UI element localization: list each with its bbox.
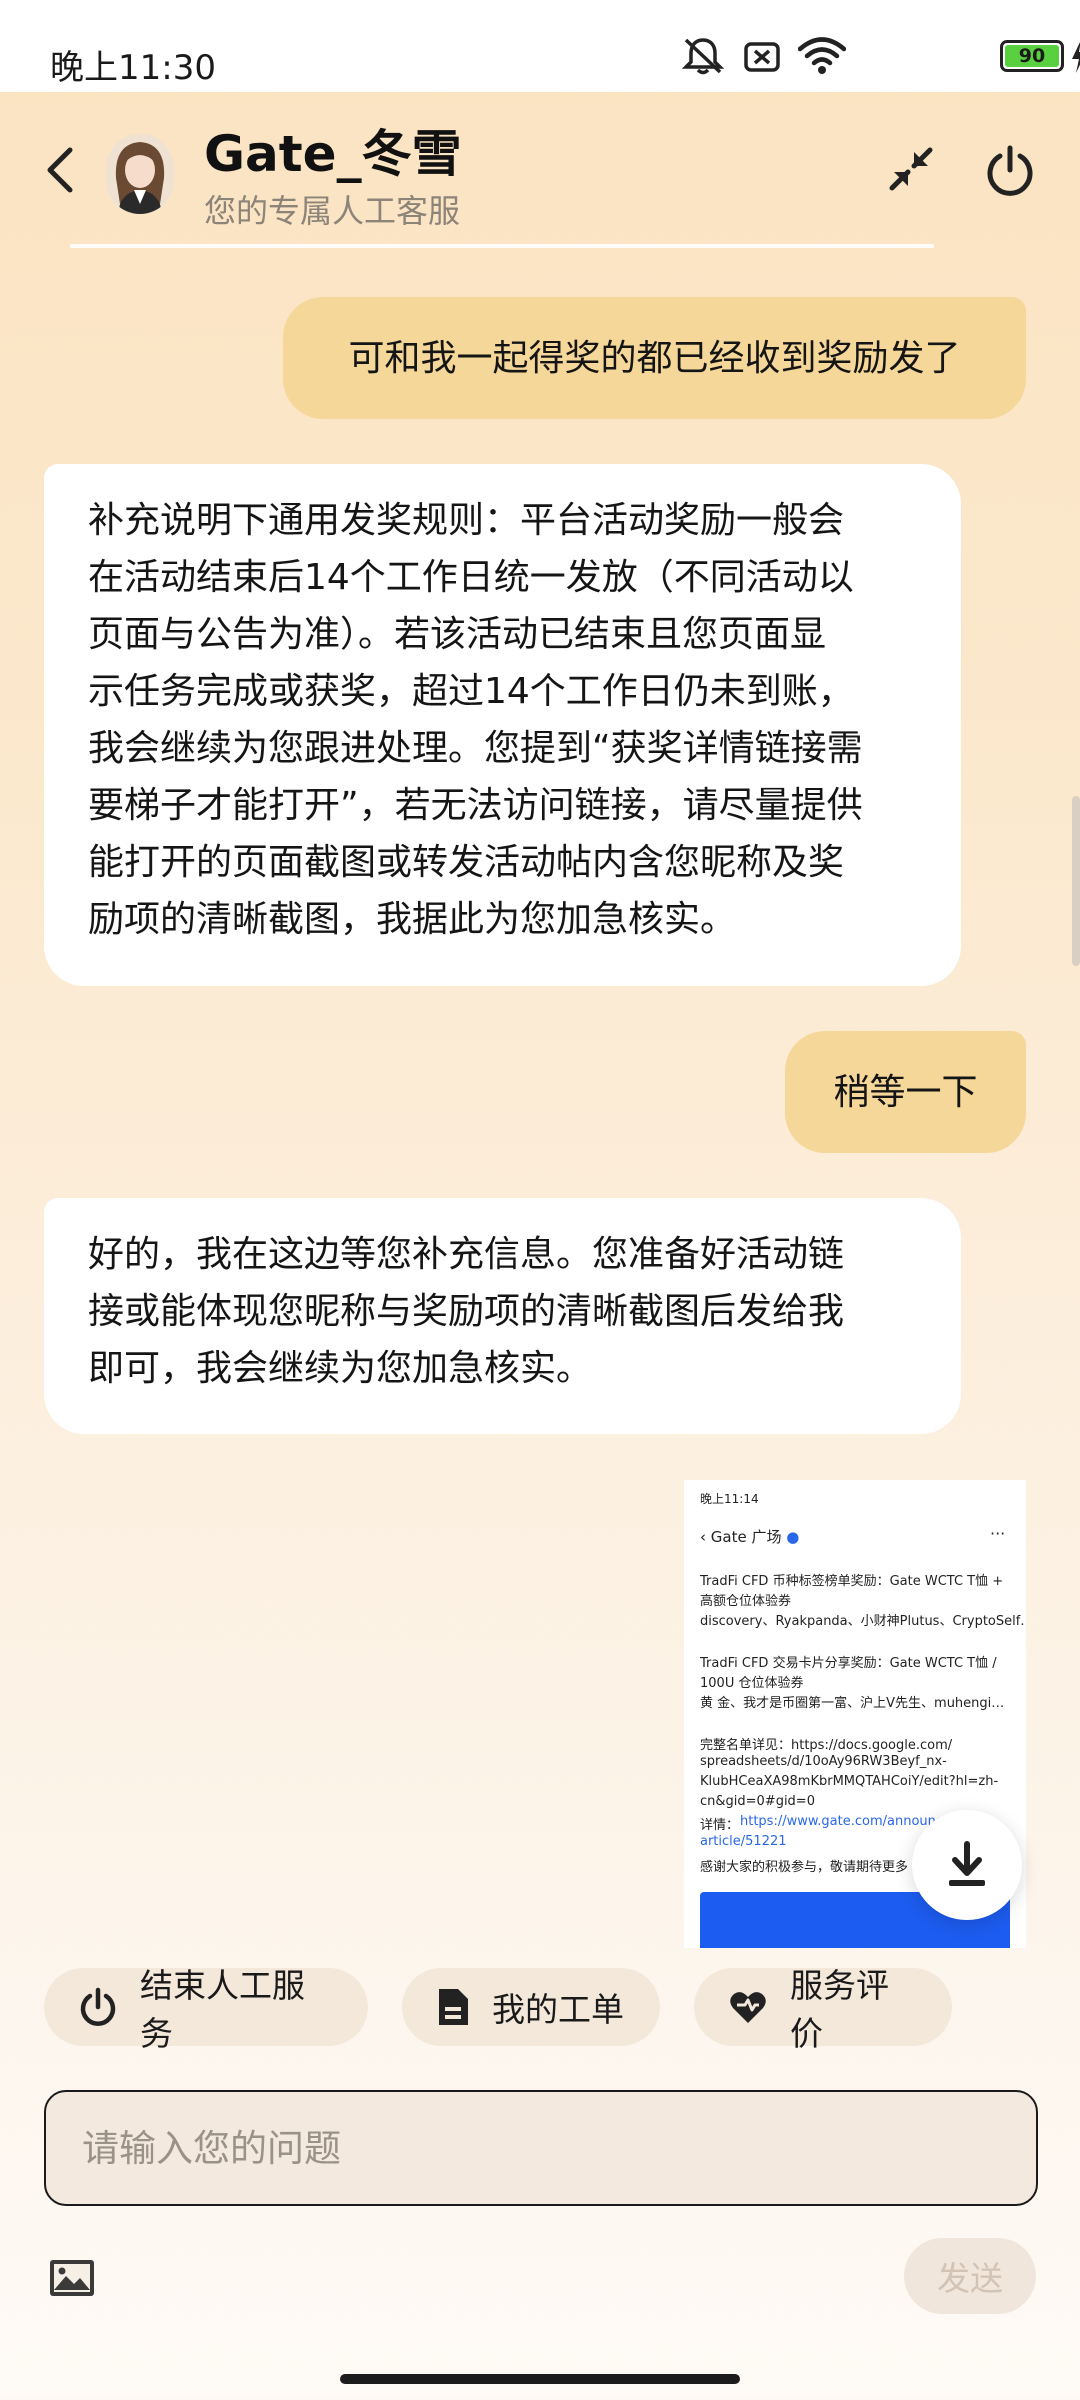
user-message: 可和我一起得奖的都已经收到奖励发了 xyxy=(283,297,1026,419)
status-bar: 晚上11:30 90 xyxy=(0,0,1080,92)
my-tickets-label: 我的工单 xyxy=(492,1990,624,2029)
charging-icon xyxy=(1072,42,1080,73)
mute-icon xyxy=(681,38,725,75)
agent-message-line: 我会继续为您跟进处理。您提到“获奖详情链接需 xyxy=(88,728,863,769)
shot-line: 感谢大家的积极参与，敬请期待更多 xyxy=(700,1860,909,1875)
agent-message: 补充说明下通用发奖规则：平台活动奖励一般会 在活动结束后14个工作日统一发放（不… xyxy=(44,464,961,986)
shot-line: discovery、Ryakpanda、小财神Plutus、CryptoSelf… xyxy=(700,1614,1026,1629)
shot-menu: ··· xyxy=(990,1524,1006,1543)
heart-rating-icon xyxy=(730,1992,766,2023)
shot-line: cn&gid=0#gid=0 xyxy=(700,1794,815,1809)
chat-header: Gate_冬雪 您的专属人工客服 xyxy=(0,92,1080,252)
agent-message-line: 接或能体现您昵称与奖励项的清晰截图后发给我 xyxy=(88,1291,845,1332)
agent-name: Gate_冬雪 xyxy=(204,125,462,183)
agent-message-line: 在活动结束后14个工作日统一发放（不同活动以 xyxy=(88,557,854,598)
user-message: 稍等一下 xyxy=(785,1031,1026,1153)
agent-message-line: 励项的清晰截图，我据此为您加急核实。 xyxy=(88,899,737,940)
service-rating-button[interactable]: 服务评价 xyxy=(694,1966,952,2053)
service-rating-label: 服务评价 xyxy=(790,1966,889,2053)
agent-message-line: 示任务完成或获奖，超过14个工作日仍未到账， xyxy=(88,671,854,712)
power-icon[interactable] xyxy=(984,144,1036,196)
download-icon xyxy=(949,1841,985,1886)
user-message-text: 可和我一起得奖的都已经收到奖励发了 xyxy=(348,337,961,379)
agent-subtitle: 您的专属人工客服 xyxy=(204,192,461,230)
avatar xyxy=(106,134,174,214)
status-time: 晚上11:30 xyxy=(50,48,216,88)
image-icon[interactable] xyxy=(48,2258,96,2298)
shot-line: 详情： xyxy=(700,1818,740,1833)
collapse-icon[interactable] xyxy=(886,144,936,194)
agent-message-line: 页面与公告为准）。若该活动已结束且您页面显 xyxy=(88,614,827,655)
no-sim-icon xyxy=(744,42,780,72)
shot-line: KlubHCeaXA98mKbrMMQTAHCoiY/edit?hl=zh- xyxy=(700,1774,999,1789)
shot-line: TradFi CFD 交易卡片分享奖励：Gate WCTC T恤 / xyxy=(700,1656,997,1671)
shot-line: 完整名单详见：https://docs.google.com/ xyxy=(700,1738,953,1753)
power-icon xyxy=(80,1987,116,2026)
end-service-label: 结束人工服务 xyxy=(140,1966,305,2053)
shot-line: 高额仓位体验券 xyxy=(700,1594,792,1609)
shot-line: 黄 金、我才是币圈第一富、沪上V先生、muhengi… xyxy=(700,1696,1005,1711)
back-icon[interactable] xyxy=(40,142,80,198)
shot-link: https://www.gate.com/announc xyxy=(740,1814,944,1829)
agent-message-line: 即可，我会继续为您加急核实。 xyxy=(88,1348,593,1389)
send-button[interactable]: 发送 xyxy=(904,2238,1036,2314)
battery-level: 90 xyxy=(1018,44,1046,67)
wifi-icon xyxy=(798,37,846,74)
battery-icon: 90 xyxy=(1000,40,1064,72)
agent-message-line: 好的，我在这边等您补充信息。您准备好活动链 xyxy=(88,1234,845,1275)
header-divider xyxy=(70,244,934,248)
agent-message-line: 能打开的页面截图或转发活动帖内含您昵称及奖 xyxy=(88,842,845,883)
shot-line: spreadsheets/d/10oAy96RW3Beyf_nx- xyxy=(700,1754,947,1769)
end-service-button[interactable]: 结束人工服务 xyxy=(44,1966,368,2053)
shot-line: TradFi CFD 币种标签榜单奖励：Gate WCTC T恤 + xyxy=(700,1574,1004,1589)
user-message-text: 稍等一下 xyxy=(833,1071,978,1113)
shot-line: 100U 仓位体验券 xyxy=(700,1676,804,1691)
agent-message-line: 要梯子才能打开”，若无法访问链接，请尽量提供 xyxy=(88,785,863,826)
shot-status-time: 晚上11:14 xyxy=(700,1492,759,1506)
shot-link: article/51221 xyxy=(700,1834,787,1849)
download-button[interactable] xyxy=(912,1810,1022,1920)
question-input[interactable] xyxy=(82,2126,1000,2170)
status-icons: 90 xyxy=(680,36,1080,76)
home-indicator[interactable] xyxy=(340,2374,740,2384)
document-icon xyxy=(439,1989,468,2025)
my-tickets-button[interactable]: 我的工单 xyxy=(402,1968,660,2046)
agent-message-line: 补充说明下通用发奖规则：平台活动奖励一般会 xyxy=(88,500,845,541)
scrollbar[interactable] xyxy=(1072,796,1080,966)
shot-title: ‹ Gate 广场 ● xyxy=(700,1528,800,1546)
question-input-box[interactable] xyxy=(44,2090,1038,2206)
send-label: 发送 xyxy=(937,2259,1003,2298)
agent-message: 好的，我在这边等您补充信息。您准备好活动链 接或能体现您昵称与奖励项的清晰截图后… xyxy=(44,1198,961,1434)
